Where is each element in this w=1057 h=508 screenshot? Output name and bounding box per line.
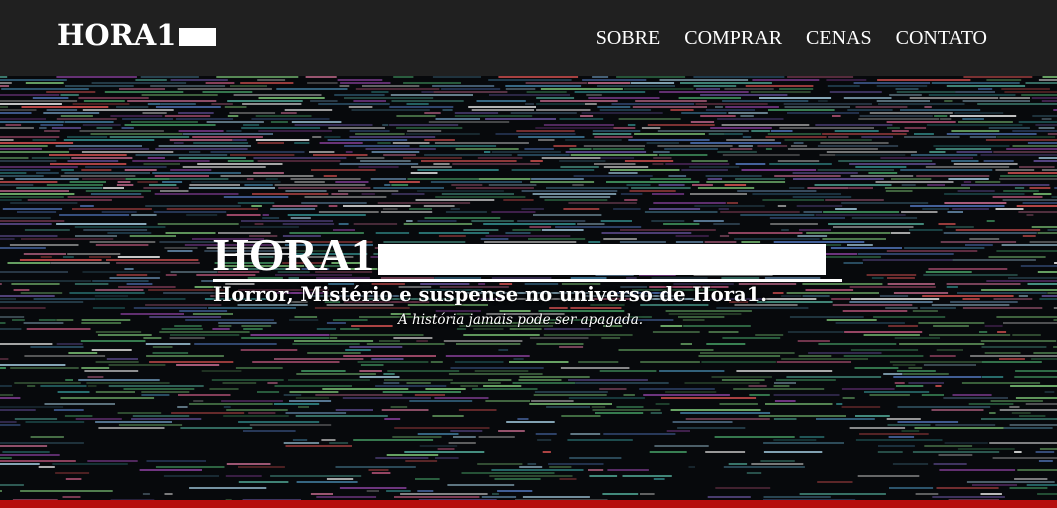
- hero-content: HORA1 Horror, Mistério e suspense no uni…: [213, 232, 842, 330]
- nav-link-comprar[interactable]: COMPRAR: [672, 0, 794, 76]
- nav-links: SOBRE COMPRAR CENAS CONTATO: [584, 0, 987, 76]
- top-navbar: HORA1 SOBRE COMPRAR CENAS CONTATO: [0, 0, 1057, 76]
- hero-subtitle: Horror, Mistério e suspense no universo …: [213, 283, 768, 306]
- footer-accent-bar: [0, 500, 1057, 508]
- hero-tagline: A história jamais pode ser apagada.: [398, 312, 644, 328]
- brand-name: HORA1: [57, 18, 177, 52]
- nav-link-sobre[interactable]: SOBRE: [584, 0, 672, 76]
- brand-logo-link[interactable]: HORA1: [57, 16, 217, 54]
- hero-title: HORA1: [213, 229, 374, 280]
- hero-title-cursor-block: [378, 244, 826, 275]
- hero-section: HORA1 Horror, Mistério e suspense no uni…: [0, 76, 1057, 500]
- nav-link-cenas[interactable]: CENAS: [794, 0, 884, 76]
- nav-link-contato[interactable]: CONTATO: [884, 0, 987, 76]
- hero-title-row: HORA1: [213, 232, 842, 278]
- brand-cursor-block: [179, 28, 217, 46]
